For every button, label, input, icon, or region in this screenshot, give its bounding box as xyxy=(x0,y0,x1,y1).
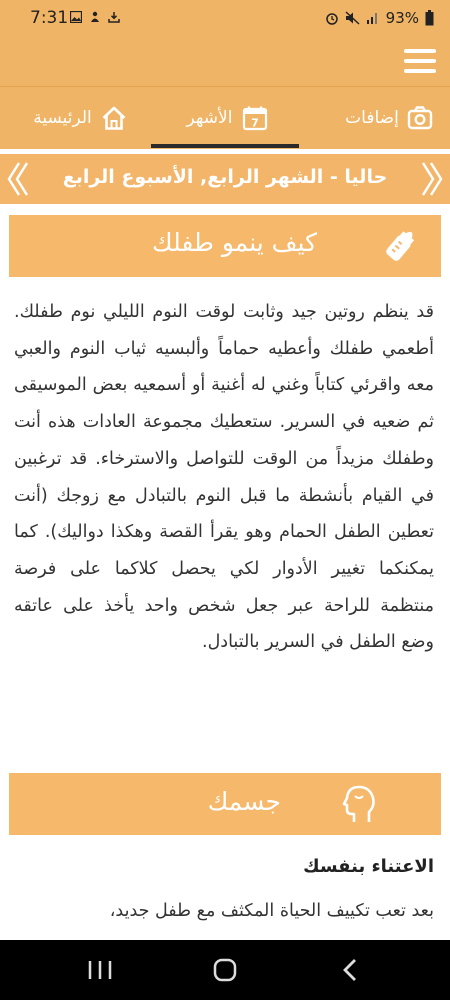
mute-icon xyxy=(345,11,360,25)
calendar-badge: 7 xyxy=(252,117,260,130)
menu-line xyxy=(404,49,436,53)
self-care-heading: الاعتناء بنفسك xyxy=(303,856,434,877)
tab-home-label: الرئيسية xyxy=(33,108,92,128)
baby-bottle-icon xyxy=(386,231,415,261)
calendar-icon: 7 xyxy=(243,106,268,131)
status-bar: 7:31 93% xyxy=(0,0,450,36)
section-your-body-header: جسمك xyxy=(9,773,441,835)
previous-week-chevron-icon[interactable] xyxy=(4,159,30,199)
status-time: 7:31 xyxy=(30,8,69,28)
menu-line xyxy=(404,59,436,63)
alarm-icon xyxy=(325,13,338,25)
tab-extras-label: إضافات xyxy=(345,108,399,128)
recent-apps-icon[interactable] xyxy=(80,954,120,986)
app-notification-icon xyxy=(91,11,99,22)
system-navigation-bar xyxy=(0,940,450,1000)
menu-line xyxy=(404,69,436,73)
tab-extras[interactable]: إضافات xyxy=(328,87,450,149)
tab-bar: إضافات الأشهر 7 الرئيسية xyxy=(0,86,450,149)
notification-icons xyxy=(70,11,120,23)
download-icon xyxy=(108,12,120,23)
head-profile-icon xyxy=(342,785,375,822)
next-week-chevron-icon[interactable] xyxy=(420,159,446,199)
active-tab-indicator xyxy=(151,144,299,148)
home-button-icon[interactable] xyxy=(205,954,245,986)
tab-months-label: الأشهر xyxy=(186,108,233,128)
signal-icon xyxy=(366,13,377,24)
home-icon xyxy=(102,106,126,130)
week-navigation: حاليا - الشهر الرابع, الأسبوع الرابع xyxy=(0,154,450,204)
camera-icon xyxy=(407,106,433,130)
section-your-body-title: جسمك xyxy=(207,787,281,816)
tab-months[interactable]: الأشهر 7 xyxy=(165,87,290,149)
section-baby-growth-title: كيف ينمو طفلك xyxy=(152,228,317,257)
current-week-title: حاليا - الشهر الرابع, الأسبوع الرابع xyxy=(62,166,388,188)
system-indicators: 93% xyxy=(325,9,434,27)
battery-icon xyxy=(425,10,434,26)
battery-percent: 93% xyxy=(385,9,419,27)
section-baby-growth-header: كيف ينمو طفلك xyxy=(9,215,441,277)
menu-button[interactable] xyxy=(404,47,436,75)
section-baby-growth-text: قد ينظم روتين جيد وثابت لوقت النوم الليل… xyxy=(14,302,434,653)
app-header xyxy=(0,36,450,86)
section-your-body-text: بعد تعب تكييف الحياة المكثف مع طفل جديد، xyxy=(109,901,434,921)
back-icon[interactable] xyxy=(330,954,370,986)
tab-home[interactable]: الرئيسية xyxy=(20,87,140,149)
image-icon xyxy=(70,11,82,23)
